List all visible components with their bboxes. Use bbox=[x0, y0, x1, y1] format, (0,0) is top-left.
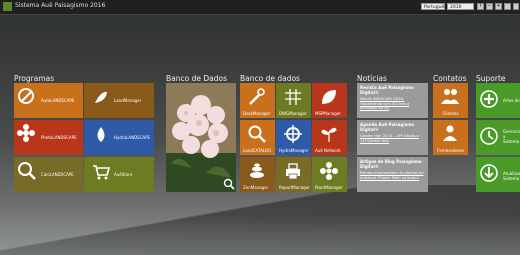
water-drop-icon bbox=[97, 127, 105, 142]
tile-clientes[interactable]: Clientes bbox=[433, 83, 468, 118]
group-title-suporte: Suporte bbox=[476, 74, 506, 83]
tile-deskmanager[interactable]: DeskManager bbox=[240, 83, 275, 118]
tile-plantmanager[interactable]: PlantManager bbox=[312, 157, 347, 192]
zoom-out-button[interactable]: − bbox=[486, 3, 493, 10]
landscape-pen-icon bbox=[18, 88, 34, 104]
tile-autolandscape[interactable]: AutoLANDSCAPE bbox=[14, 83, 83, 118]
tile-atualizar-sistema[interactable]: Atualizar Sistema bbox=[476, 157, 520, 192]
magnifier-icon bbox=[18, 162, 36, 180]
valve-icon bbox=[284, 125, 302, 143]
title-bar: Sistema Auê Paisagismo 2016 Português (I… bbox=[0, 0, 520, 17]
leaf-hand-icon bbox=[95, 91, 107, 103]
tile-landcatalog[interactable]: LandCATALOG bbox=[240, 120, 275, 155]
tile-photolandscape[interactable]: PhotoLANDSCAPE bbox=[14, 120, 83, 155]
group-title-banco-dados-photo: Banco de Dados bbox=[166, 74, 227, 83]
tile-reportmanager[interactable]: ReportManager bbox=[276, 157, 311, 192]
theme-select[interactable]: 2016 (monte) bbox=[447, 3, 474, 17]
group-title-banco-dados: Banco de dados bbox=[240, 74, 300, 83]
news-title: Revista Auê Paisagismo Digital® bbox=[360, 85, 414, 95]
tile-hydromanager[interactable]: HydroManager bbox=[276, 120, 311, 155]
tile-fornecedores[interactable]: Fornecedores bbox=[433, 120, 468, 155]
news-title: Artigos de Blog Paisagismo Digital® bbox=[360, 159, 422, 169]
suppliers-icon bbox=[443, 125, 457, 141]
flowers-photo bbox=[166, 83, 236, 192]
group-title-noticias: Notícias bbox=[357, 74, 387, 83]
news-item-agenda[interactable]: Agenda Auê Paisagismo Digital® Garden Ha… bbox=[357, 120, 428, 155]
stones-icon bbox=[250, 163, 264, 178]
news-item-artigos[interactable]: Artigos de Blog Paisagismo Digital® Plan… bbox=[357, 157, 428, 192]
tile-calclandscape[interactable]: CalcLANDSCAPE bbox=[14, 157, 83, 192]
tile-aue-network[interactable]: Auê Network bbox=[312, 120, 347, 155]
background-fog bbox=[0, 215, 520, 255]
tile-banco-dados-photo[interactable] bbox=[166, 83, 236, 192]
app-title: Sistema Auê Paisagismo 2016 bbox=[15, 2, 106, 9]
search-icon bbox=[223, 178, 235, 190]
people-icon bbox=[441, 89, 459, 104]
cart-icon bbox=[93, 165, 110, 180]
zoom-in-button[interactable]: + bbox=[495, 3, 502, 10]
news-title: Agenda Auê Paisagismo Digital® bbox=[360, 122, 415, 132]
app-logo-icon bbox=[3, 2, 12, 11]
plus-circle-icon bbox=[480, 90, 498, 108]
leaf-icon bbox=[322, 90, 336, 104]
close-button[interactable] bbox=[513, 3, 519, 10]
tile-dwgmanager[interactable]: DWGManager bbox=[276, 83, 311, 118]
group-title-contatos: Contatos bbox=[433, 74, 467, 83]
tile-landmanager[interactable]: LandManager bbox=[84, 83, 154, 118]
sprout-icon bbox=[321, 127, 337, 142]
news-link[interactable]: Plantas ornamentais: As plantas do Antiá… bbox=[360, 171, 425, 180]
info-button[interactable]: I bbox=[477, 3, 484, 10]
news-link[interactable]: Garden Hair 2013 – 14ª Edição a 11ª Gard… bbox=[360, 134, 425, 143]
settings-icon bbox=[480, 127, 498, 145]
news-link[interactable]: Mobile ANDSCAPE 2016: Trabalhando com 3D… bbox=[360, 97, 425, 111]
grid-plan-icon bbox=[285, 89, 301, 105]
tools-icon bbox=[249, 88, 265, 105]
printer-icon bbox=[286, 163, 300, 180]
flower-icon bbox=[17, 124, 35, 142]
language-select[interactable]: Português (I bbox=[421, 3, 447, 17]
flower-icon bbox=[320, 162, 338, 180]
settings-button[interactable] bbox=[504, 3, 511, 10]
tile-gerenciar-sistema[interactable]: Gerenciar a Sistema bbox=[476, 120, 520, 155]
download-icon bbox=[480, 164, 498, 182]
tile-mspmanager[interactable]: MSPManager bbox=[312, 83, 347, 118]
tile-auestore[interactable]: AuêStore bbox=[84, 157, 154, 192]
group-title-programas: Programas bbox=[14, 74, 55, 83]
news-item-revista[interactable]: Revista Auê Paisagismo Digital® Mobile A… bbox=[357, 83, 428, 118]
magnifier-icon bbox=[248, 125, 266, 143]
tile-zenmanager[interactable]: ZenManager bbox=[240, 157, 275, 192]
tile-hydrolandscape[interactable]: HydroLANDSCAPE bbox=[84, 120, 154, 155]
tile-suporte-artes[interactable]: Artes de bbox=[476, 83, 520, 118]
